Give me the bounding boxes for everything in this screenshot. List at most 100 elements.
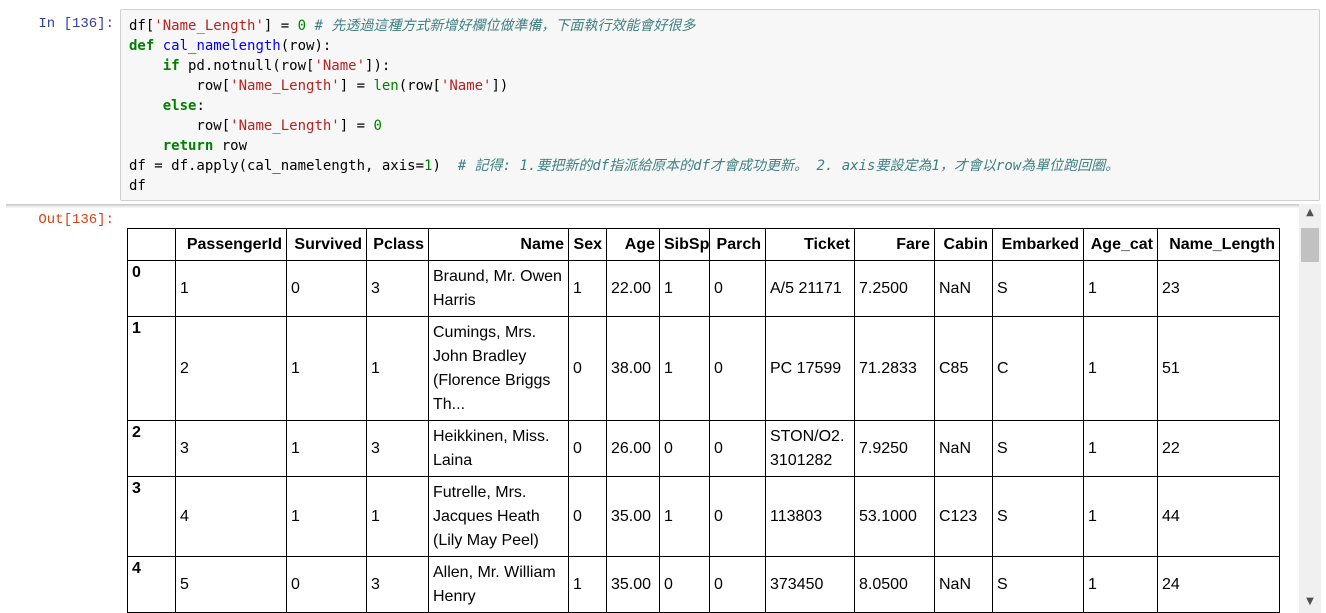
dataframe-table: PassengerId Survived Pclass Name Sex Age SibSp… bbox=[127, 228, 1280, 613]
row-index: 2 bbox=[127, 420, 176, 477]
table-cell: 3 bbox=[175, 420, 287, 477]
row-index: 3 bbox=[127, 476, 176, 557]
row-index: 4 bbox=[127, 556, 176, 613]
table-row: 4 5 0 3 Allen, Mr. William Henry 1 35.00 0 0 3734… bbox=[127, 556, 1280, 613]
code-cell-editor[interactable]: df['Name_Length'] = 0 # 先透過這種方式新增好欄位做準備，… bbox=[120, 9, 1320, 201]
column-header: Age bbox=[606, 228, 660, 261]
table-cell: 113803 bbox=[765, 476, 855, 557]
scroll-down-icon[interactable]: ▼ bbox=[1299, 593, 1321, 611]
table-row: 1 2 1 1 Cumings, Mrs. John Bradley (Florence… bbox=[127, 316, 1280, 421]
code-text-token: : bbox=[196, 98, 205, 114]
table-cell: 2 bbox=[175, 316, 287, 421]
table-cell: 5 bbox=[175, 556, 287, 613]
table-cell: 1 bbox=[1083, 420, 1158, 477]
table-cell: 0 bbox=[709, 260, 766, 317]
input-prompt: In [136]: bbox=[38, 16, 114, 32]
table-cell: NaN bbox=[934, 420, 993, 477]
table-cell: 1 bbox=[1083, 476, 1158, 557]
output-area[interactable]: PassengerId Survived Pclass Name Sex Age SibSp… bbox=[0, 204, 1326, 613]
column-header: Cabin bbox=[934, 228, 993, 261]
code-line: df bbox=[129, 178, 146, 194]
column-header: Name bbox=[428, 228, 569, 261]
code-text-token: row[ bbox=[129, 78, 231, 94]
column-header: Age_cat bbox=[1083, 228, 1158, 261]
table-cell: Braund, Mr. Owen Harris bbox=[428, 260, 569, 317]
code-text-token: df = df.apply(cal_namelength, axis= bbox=[129, 158, 425, 174]
code-text-token: pd.notnull(row[ bbox=[179, 58, 315, 74]
table-cell: S bbox=[992, 556, 1084, 613]
code-string: 'Name' bbox=[440, 78, 492, 94]
code-keyword: if bbox=[162, 58, 180, 74]
column-header: Pclass bbox=[366, 228, 429, 261]
table-cell: 38.00 bbox=[606, 316, 660, 421]
table-cell: Allen, Mr. William Henry bbox=[428, 556, 569, 613]
code-text-token: (row): bbox=[280, 38, 332, 54]
table-cell: 35.00 bbox=[606, 476, 660, 557]
table-cell: C85 bbox=[934, 316, 993, 421]
column-header: SibSp bbox=[659, 228, 710, 261]
code-text-token: ]): bbox=[365, 58, 391, 74]
code-number: 0 bbox=[373, 118, 382, 134]
table-cell: S bbox=[992, 260, 1084, 317]
table-cell: 4 bbox=[175, 476, 287, 557]
output-shadow bbox=[6, 204, 1299, 208]
code-comment: # 先透過這種方式新增好欄位做準備，下面執行效能會好很多 bbox=[314, 18, 696, 34]
table-cell: 1 bbox=[659, 316, 710, 421]
code-line: row['Name_Length'] = 0 bbox=[129, 118, 382, 134]
code-text-token: ] = bbox=[263, 18, 298, 34]
table-cell: 0 bbox=[568, 476, 607, 557]
code-line: df = df.apply(cal_namelength, axis=1) # … bbox=[129, 158, 1119, 174]
column-header bbox=[127, 228, 176, 261]
table-cell: 1 bbox=[366, 476, 429, 557]
table-cell: NaN bbox=[934, 260, 993, 317]
code-text[interactable]: df['Name_Length'] = 0 # 先透過這種方式新增好欄位做準備，… bbox=[129, 16, 1119, 196]
table-cell: C bbox=[992, 316, 1084, 421]
code-builtin: len bbox=[373, 78, 399, 94]
dataframe-table-wrapper: PassengerId Survived Pclass Name Sex Age SibSp… bbox=[127, 228, 1280, 613]
code-function-name: cal_namelength bbox=[162, 38, 281, 54]
column-header: Name_Length bbox=[1157, 228, 1280, 261]
table-cell: 24 bbox=[1157, 556, 1280, 613]
table-cell: 0 bbox=[709, 556, 766, 613]
scroll-up-icon[interactable]: ▲ bbox=[1299, 204, 1321, 222]
table-cell: 7.2500 bbox=[854, 260, 935, 317]
table-cell: 1 bbox=[366, 316, 429, 421]
code-line: return row bbox=[129, 138, 247, 154]
row-index: 0 bbox=[127, 260, 176, 317]
table-cell: S bbox=[992, 476, 1084, 557]
column-header: Fare bbox=[854, 228, 935, 261]
table-cell: Heikkinen, Miss. Laina bbox=[428, 420, 569, 477]
code-number: 0 bbox=[297, 18, 307, 34]
table-cell: 35.00 bbox=[606, 556, 660, 613]
code-string: 'Name' bbox=[314, 58, 366, 74]
table-cell: 0 bbox=[286, 260, 367, 317]
table-cell: STON/O2. 3101282 bbox=[765, 420, 855, 477]
output-prompt: Out[136]: bbox=[38, 212, 114, 228]
code-line: if pd.notnull(row['Name']): bbox=[129, 58, 391, 74]
table-cell: 7.9250 bbox=[854, 420, 935, 477]
table-header-row: PassengerId Survived Pclass Name Sex Age SibSp… bbox=[127, 228, 1280, 261]
code-keyword: else bbox=[162, 98, 197, 114]
table-cell: 1 bbox=[659, 476, 710, 557]
code-text-token: ]) bbox=[491, 78, 509, 94]
code-keyword: return bbox=[162, 138, 214, 154]
output-scrollbar[interactable]: ▲ ▼ bbox=[1299, 204, 1321, 613]
row-index: 1 bbox=[127, 316, 176, 421]
table-cell: 373450 bbox=[765, 556, 855, 613]
scrollbar-thumb[interactable] bbox=[1301, 228, 1319, 262]
table-cell: 22.00 bbox=[606, 260, 660, 317]
table-cell: 22 bbox=[1157, 420, 1280, 477]
table-cell: 51 bbox=[1157, 316, 1280, 421]
table-cell: 0 bbox=[709, 316, 766, 421]
table-cell: 1 bbox=[286, 420, 367, 477]
table-cell: 1 bbox=[568, 260, 607, 317]
table-cell: 26.00 bbox=[606, 420, 660, 477]
column-header: Sex bbox=[568, 228, 607, 261]
table-cell: 44 bbox=[1157, 476, 1280, 557]
table-cell: 8.0500 bbox=[854, 556, 935, 613]
table-cell: 71.2833 bbox=[854, 316, 935, 421]
column-header: PassengerId bbox=[175, 228, 287, 261]
